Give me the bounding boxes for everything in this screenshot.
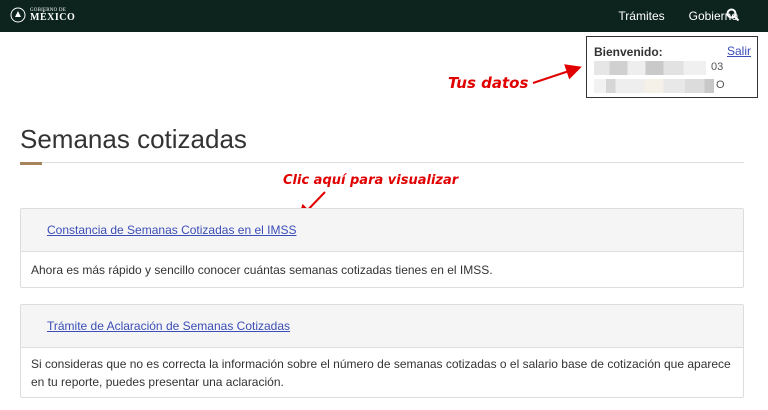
panel-constancia: Constancia de Semanas Cotizadas en el IM…	[20, 208, 744, 288]
panel-constancia-body: Ahora es más rápido y sencillo conocer c…	[21, 252, 743, 288]
nav-links: Trámites Gobierno	[594, 0, 738, 32]
user-info-line2-suffix: O	[716, 79, 725, 91]
panel-aclaracion-text: Si consideras que no es correcta la info…	[31, 357, 731, 389]
annotation-your-data: Tus datos	[448, 74, 529, 92]
title-divider	[20, 162, 744, 163]
redacted-user-info-line1	[594, 61, 706, 75]
page-title: Semanas cotizadas	[20, 124, 247, 154]
logout-link[interactable]: Salir	[727, 44, 751, 58]
panel-constancia-text: Ahora es más rápido y sencillo conocer c…	[31, 263, 493, 277]
user-info-line1-suffix: 03	[711, 61, 724, 73]
redacted-user-info-line2	[594, 79, 714, 93]
annotation-click-here: Clic aquí para visualizar	[283, 173, 459, 188]
gobierno-mexico-logo[interactable]: GOBIERNO DE MÉXICO	[10, 6, 75, 24]
eagle-emblem-icon	[10, 7, 26, 23]
top-navbar: GOBIERNO DE MÉXICO Trámites Gobierno	[0, 0, 768, 32]
panel-aclaracion: Trámite de Aclaración de Semanas Cotizad…	[20, 304, 744, 398]
panel-constancia-header: Constancia de Semanas Cotizadas en el IM…	[21, 209, 743, 252]
arrow-to-user-data	[532, 64, 582, 84]
panel-aclaracion-header: Trámite de Aclaración de Semanas Cotizad…	[21, 305, 743, 348]
welcome-box: Bienvenido: Salir 03 O	[586, 36, 758, 98]
aclaracion-semanas-link[interactable]: Trámite de Aclaración de Semanas Cotizad…	[47, 319, 290, 333]
constancia-semanas-link[interactable]: Constancia de Semanas Cotizadas en el IM…	[47, 223, 296, 237]
title-accent-bar	[20, 162, 42, 165]
search-icon[interactable]	[726, 8, 740, 22]
nav-link-tramites[interactable]: Trámites	[618, 9, 664, 23]
panel-aclaracion-body: Si consideras que no es correcta la info…	[21, 348, 743, 398]
logo-line2: MÉXICO	[30, 11, 76, 23]
welcome-title: Bienvenido:	[594, 45, 663, 59]
